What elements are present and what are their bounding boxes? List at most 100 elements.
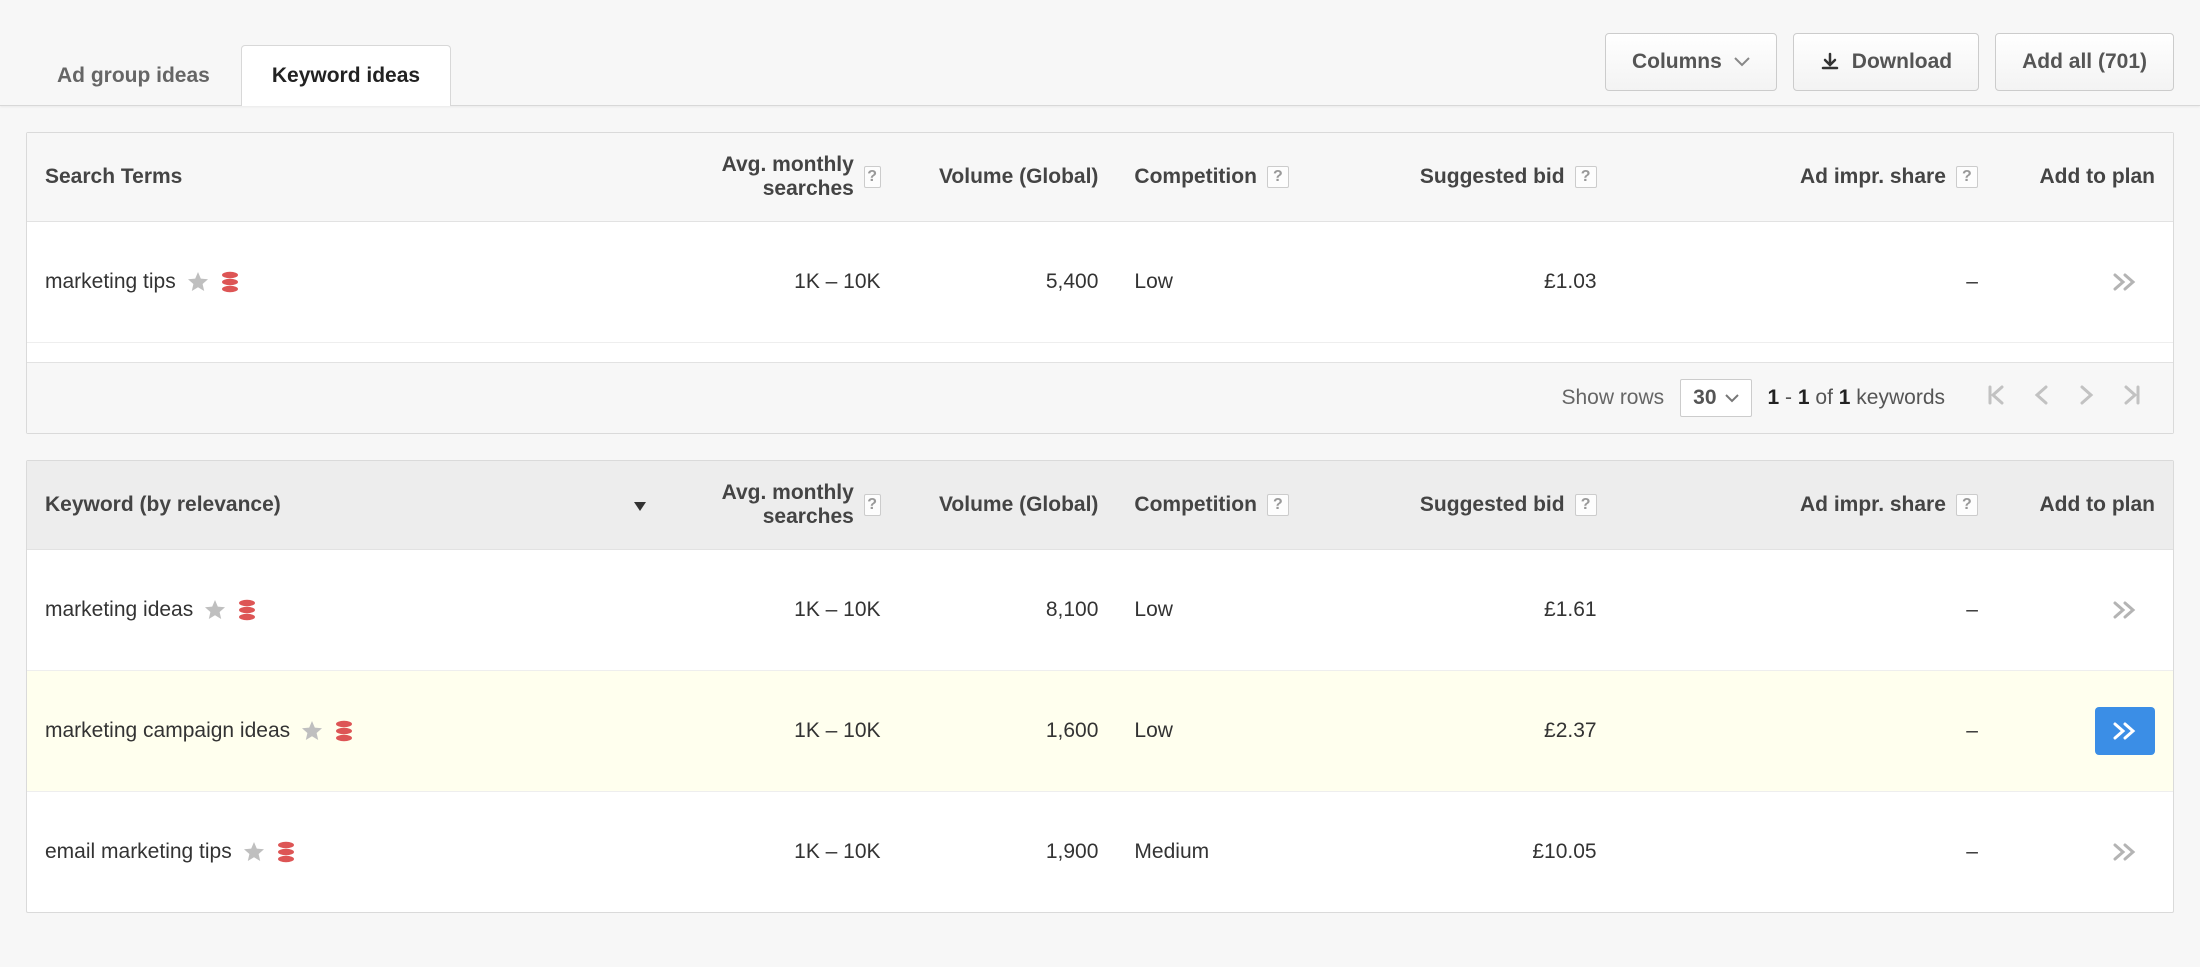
last-page-button[interactable] bbox=[2117, 380, 2147, 416]
download-icon bbox=[1820, 52, 1840, 72]
keyword-text: marketing ideas bbox=[45, 598, 193, 622]
add-to-plan-button[interactable] bbox=[2095, 258, 2155, 306]
help-icon[interactable]: ? bbox=[1575, 166, 1597, 188]
cell-term: email marketing tips bbox=[27, 792, 667, 913]
pager: Show rows 30 1 - 1 of 1 keywords bbox=[27, 362, 2173, 433]
add-to-plan-button[interactable] bbox=[2095, 828, 2155, 876]
table-row: marketing ideas 1K – 10K 8,100 Low £1.61… bbox=[27, 550, 2173, 671]
rows-select-value: 30 bbox=[1693, 386, 1716, 410]
keyword-text: email marketing tips bbox=[45, 840, 232, 864]
help-icon[interactable]: ? bbox=[1267, 494, 1289, 516]
cell-share: – bbox=[1615, 550, 1996, 671]
star-icon[interactable] bbox=[203, 598, 227, 622]
add-all-button[interactable]: Add all (701) bbox=[1995, 33, 2174, 91]
cell-bid: £1.03 bbox=[1376, 222, 1615, 343]
cell-bid: £2.37 bbox=[1376, 671, 1615, 792]
cell-volume: 1,900 bbox=[899, 792, 1117, 913]
show-rows-label: Show rows bbox=[1561, 386, 1664, 410]
cell-avg: 1K – 10K bbox=[667, 222, 899, 343]
th-suggested-bid[interactable]: Suggested bid? bbox=[1376, 133, 1615, 222]
th-avg-monthly[interactable]: Avg. monthly searches? bbox=[667, 133, 899, 222]
cell-add bbox=[1996, 550, 2173, 671]
star-icon[interactable] bbox=[300, 719, 324, 743]
cell-avg: 1K – 10K bbox=[667, 792, 899, 913]
cell-competition: Low bbox=[1116, 550, 1375, 671]
table-row: marketing campaign ideas 1K – 10K 1,600 … bbox=[27, 671, 2173, 792]
topbar-actions: Columns Download Add all (701) bbox=[1605, 33, 2174, 91]
cell-add bbox=[1996, 671, 2173, 792]
th-volume-global[interactable]: Volume (Global) bbox=[899, 461, 1117, 550]
sort-desc-icon bbox=[631, 497, 649, 513]
help-icon[interactable]: ? bbox=[864, 494, 881, 516]
search-terms-table: Search Terms Avg. monthly searches? Volu… bbox=[27, 133, 2173, 342]
th-search-terms[interactable]: Search Terms bbox=[27, 133, 667, 222]
first-page-button[interactable] bbox=[1981, 380, 2011, 416]
tabs: Ad group ideas Keyword ideas bbox=[26, 20, 451, 105]
cell-avg: 1K – 10K bbox=[667, 671, 899, 792]
th-suggested-bid[interactable]: Suggested bid? bbox=[1376, 461, 1615, 550]
cell-share: – bbox=[1615, 222, 1996, 343]
th-add-to-plan: Add to plan bbox=[1996, 133, 2173, 222]
cell-share: – bbox=[1615, 792, 1996, 913]
help-icon[interactable]: ? bbox=[864, 166, 881, 188]
help-icon[interactable]: ? bbox=[1956, 166, 1978, 188]
database-icon[interactable] bbox=[276, 840, 296, 864]
caret-down-icon bbox=[1725, 394, 1739, 403]
th-add-to-plan: Add to plan bbox=[1996, 461, 2173, 550]
database-icon[interactable] bbox=[334, 719, 354, 743]
cell-bid: £10.05 bbox=[1376, 792, 1615, 913]
add-to-plan-button[interactable] bbox=[2095, 586, 2155, 634]
columns-button-label: Columns bbox=[1632, 50, 1722, 74]
cell-competition: Low bbox=[1116, 671, 1375, 792]
th-avg-monthly[interactable]: Avg. monthly searches? bbox=[667, 461, 899, 550]
download-button-label: Download bbox=[1852, 50, 1952, 74]
star-icon[interactable] bbox=[242, 840, 266, 864]
cell-volume: 5,400 bbox=[899, 222, 1117, 343]
caret-down-icon bbox=[1734, 57, 1750, 67]
th-ad-impr-share[interactable]: Ad impr. share? bbox=[1615, 461, 1996, 550]
cell-bid: £1.61 bbox=[1376, 550, 1615, 671]
cell-competition: Medium bbox=[1116, 792, 1375, 913]
add-all-button-label: Add all (701) bbox=[2022, 50, 2147, 74]
cell-term: marketing tips bbox=[27, 222, 667, 343]
next-page-button[interactable] bbox=[2073, 380, 2099, 416]
prev-page-button[interactable] bbox=[2029, 380, 2055, 416]
cell-add bbox=[1996, 222, 2173, 343]
cell-term: marketing ideas bbox=[27, 550, 667, 671]
search-terms-panel: Search Terms Avg. monthly searches? Volu… bbox=[26, 132, 2174, 434]
th-competition[interactable]: Competition? bbox=[1116, 133, 1375, 222]
table-row: marketing tips 1K – 10K 5,400 Low £1.03 … bbox=[27, 222, 2173, 343]
keyword-panel: Keyword (by relevance) Avg. monthly sear… bbox=[26, 460, 2174, 913]
help-icon[interactable]: ? bbox=[1575, 494, 1597, 516]
cell-share: – bbox=[1615, 671, 1996, 792]
help-icon[interactable]: ? bbox=[1956, 494, 1978, 516]
cell-add bbox=[1996, 792, 2173, 913]
cell-volume: 8,100 bbox=[899, 550, 1117, 671]
star-icon[interactable] bbox=[186, 270, 210, 294]
pager-text: 1 - 1 of 1 keywords bbox=[1768, 386, 1945, 410]
cell-term: marketing campaign ideas bbox=[27, 671, 667, 792]
keyword-table: Keyword (by relevance) Avg. monthly sear… bbox=[27, 461, 2173, 912]
add-to-plan-button[interactable] bbox=[2095, 707, 2155, 755]
cell-competition: Low bbox=[1116, 222, 1375, 343]
download-button[interactable]: Download bbox=[1793, 33, 1979, 91]
pager-nav bbox=[1981, 380, 2147, 416]
keyword-text: marketing tips bbox=[45, 270, 176, 294]
topbar: Ad group ideas Keyword ideas Columns Dow… bbox=[0, 0, 2200, 106]
table-footer-gap bbox=[27, 342, 2173, 362]
keyword-text: marketing campaign ideas bbox=[45, 719, 290, 743]
database-icon[interactable] bbox=[220, 270, 240, 294]
help-icon[interactable]: ? bbox=[1267, 166, 1289, 188]
table-row: email marketing tips 1K – 10K 1,900 Medi… bbox=[27, 792, 2173, 913]
th-ad-impr-share[interactable]: Ad impr. share? bbox=[1615, 133, 1996, 222]
tab-ad-group-ideas[interactable]: Ad group ideas bbox=[26, 45, 241, 106]
tab-keyword-ideas[interactable]: Keyword ideas bbox=[241, 45, 451, 106]
columns-button[interactable]: Columns bbox=[1605, 33, 1777, 91]
th-competition[interactable]: Competition? bbox=[1116, 461, 1375, 550]
cell-volume: 1,600 bbox=[899, 671, 1117, 792]
th-volume-global[interactable]: Volume (Global) bbox=[899, 133, 1117, 222]
rows-select[interactable]: 30 bbox=[1680, 379, 1751, 417]
th-keyword-by-relevance[interactable]: Keyword (by relevance) bbox=[27, 461, 667, 550]
cell-avg: 1K – 10K bbox=[667, 550, 899, 671]
database-icon[interactable] bbox=[237, 598, 257, 622]
